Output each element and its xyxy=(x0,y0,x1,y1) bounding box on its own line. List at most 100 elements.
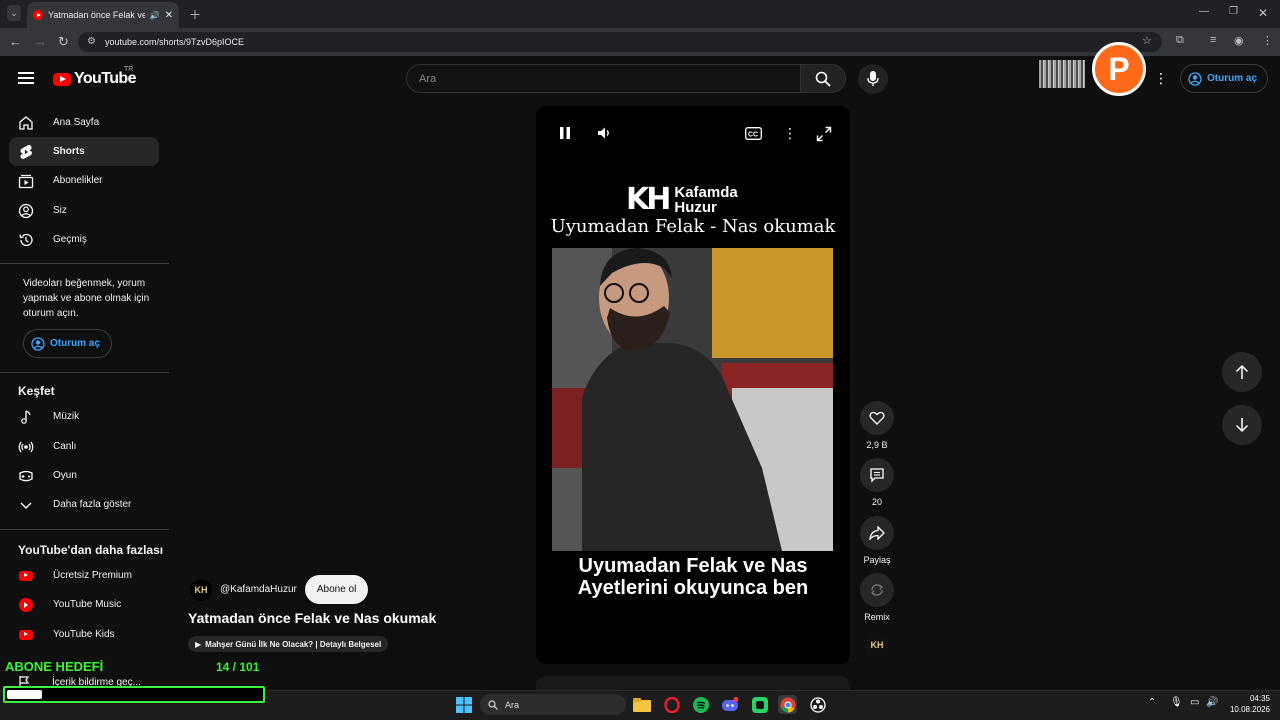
sidebar-item-live[interactable]: Canlı xyxy=(9,432,159,461)
chrome-icon[interactable] xyxy=(778,695,797,714)
browser-tab[interactable]: Yatmadan önce Felak ve Nas okumak - YouT… xyxy=(27,2,179,28)
minimize-button[interactable]: — xyxy=(1199,6,1209,17)
whatsapp-icon[interactable] xyxy=(750,695,769,714)
sidebar-item-home[interactable]: Ana Sayfa xyxy=(9,108,159,137)
youtube-premium-icon xyxy=(18,568,34,584)
sidebar-item-youtube-music[interactable]: YouTube Music xyxy=(9,590,159,619)
fullscreen-button[interactable] xyxy=(816,126,832,142)
sidebar-item-history[interactable]: Geçmiş xyxy=(9,225,159,254)
microphone-tray-icon[interactable]: 🎙 xyxy=(1170,697,1183,708)
history-icon xyxy=(18,232,34,248)
close-window-button[interactable]: ✕ xyxy=(1258,6,1268,20)
channel-avatar[interactable]: KH xyxy=(190,578,212,601)
chevron-down-icon xyxy=(18,497,34,513)
new-tab-button[interactable]: ＋ xyxy=(189,6,201,23)
media-control-icon[interactable]: ≡ xyxy=(1210,34,1216,46)
remix-button[interactable] xyxy=(860,573,894,607)
signin-button[interactable]: Oturum aç xyxy=(1180,64,1268,93)
account-icon xyxy=(18,203,34,219)
video-title[interactable]: Yatmadan önce Felak ve Nas okumak xyxy=(188,610,436,626)
signin-label: Oturum aç xyxy=(1207,73,1258,84)
sidebar-item-shorts[interactable]: Shorts xyxy=(9,137,159,166)
bookmark-star-icon[interactable]: ☆ xyxy=(1142,34,1152,47)
previous-short-button[interactable] xyxy=(1222,352,1262,392)
tab-search-button[interactable]: ⌄ xyxy=(7,5,21,21)
volume-tray-icon[interactable]: 🔊 xyxy=(1206,697,1218,708)
fullscreen-icon xyxy=(816,126,832,142)
search-input[interactable]: Ara xyxy=(406,64,801,93)
channel-handle[interactable]: @KafamdaHuzur xyxy=(220,584,297,595)
tab-title: Yatmadan önce Felak ve Nas okumak - YouT… xyxy=(48,10,145,20)
streamer-logo: P xyxy=(1092,42,1146,96)
clock-date: 10.08.2026 xyxy=(1229,705,1270,714)
close-tab-icon[interactable]: ✕ xyxy=(165,10,173,21)
sidebar-item-label: Abonelikler xyxy=(53,175,103,186)
volume-icon xyxy=(598,127,609,139)
pause-button[interactable] xyxy=(558,125,572,141)
settings-more-icon[interactable]: ⋮ xyxy=(1154,70,1168,87)
taskbar-clock[interactable]: 04:35 10.08.2026 xyxy=(1222,693,1270,715)
play-icon: ▶ xyxy=(195,639,202,649)
microphone-icon xyxy=(867,71,879,86)
home-icon xyxy=(18,115,34,131)
sidebar-item-premium[interactable]: Ücretsiz Premium xyxy=(9,561,159,590)
discord-icon[interactable] xyxy=(720,695,739,714)
profile-icon[interactable]: ◉ xyxy=(1234,34,1244,47)
arrow-down-icon xyxy=(1235,418,1249,433)
related-video-title: Mahşer Günü İlk Ne Olacak? | Detaylı Bel… xyxy=(205,639,382,649)
share-icon xyxy=(869,526,885,540)
sidebar-item-subscriptions[interactable]: Abonelikler xyxy=(9,166,159,195)
sound-avatar[interactable]: KH xyxy=(866,634,888,656)
sidebar-item-label: Ücretsiz Premium xyxy=(53,570,132,581)
sidebar-item-youtube-kids[interactable]: YouTube Kids xyxy=(9,620,159,649)
captions-button[interactable]: CC xyxy=(745,127,762,140)
sidebar-item-music[interactable]: Müzik xyxy=(9,402,159,431)
sidebar-item-label: Oyun xyxy=(53,470,77,481)
youtube-logo[interactable]: YouTube TR xyxy=(53,66,136,88)
like-count: 2,9 B xyxy=(866,440,888,450)
search-button[interactable] xyxy=(800,64,846,93)
next-short-button[interactable] xyxy=(1222,405,1262,445)
sidebar-item-you[interactable]: Siz xyxy=(9,196,159,225)
sidebar-item-gaming[interactable]: Oyun xyxy=(9,461,159,490)
menu-icon[interactable] xyxy=(18,71,34,85)
sidebar-divider xyxy=(0,263,169,264)
subscribe-button[interactable]: Abone ol xyxy=(304,575,369,604)
file-explorer-icon[interactable] xyxy=(632,695,651,714)
taskbar-search[interactable]: Ara xyxy=(480,694,626,715)
spotify-icon[interactable] xyxy=(691,695,710,714)
maximize-button[interactable]: ❐ xyxy=(1229,6,1238,17)
speaker-icon: 🔊 xyxy=(149,10,160,20)
next-short-preview[interactable] xyxy=(536,676,850,690)
share-button[interactable] xyxy=(860,516,894,550)
related-video-link[interactable]: ▶ Mahşer Günü İlk Ne Olacak? | Detaylı B… xyxy=(188,636,389,652)
tray-chevron-up-icon[interactable]: ⌃ xyxy=(1148,697,1156,708)
chrome-menu-icon[interactable]: ⋮ xyxy=(1262,34,1273,47)
obs-icon[interactable] xyxy=(808,695,827,714)
volume-button[interactable] xyxy=(597,126,613,140)
blurred-overlay-image xyxy=(1039,60,1085,88)
windows-start-icon[interactable] xyxy=(454,695,473,714)
shorts-icon xyxy=(18,144,34,160)
comments-button[interactable] xyxy=(860,458,894,492)
site-settings-icon[interactable]: ⚙ xyxy=(87,36,96,47)
caption-line-1: Uyumadan Felak ve Nas xyxy=(578,555,808,577)
extensions-icon[interactable]: ⧉ xyxy=(1176,34,1184,47)
like-button[interactable] xyxy=(860,401,894,435)
sidebar-item-label: Müzik xyxy=(53,411,80,422)
arrow-up-icon xyxy=(1235,364,1249,379)
comment-count: 20 xyxy=(871,497,882,507)
reload-icon[interactable]: ↻ xyxy=(58,34,69,50)
address-bar[interactable]: ⚙ youtube.com/shorts/9TzvD6pIOCE xyxy=(78,32,1162,52)
subscriber-goal-label: ABONE HEDEFİ xyxy=(5,659,104,674)
sidebar-signin-button[interactable]: Oturum aç xyxy=(23,329,112,358)
opera-icon[interactable] xyxy=(662,695,681,714)
sidebar-item-show-more[interactable]: Daha fazla göster xyxy=(9,490,159,519)
player-more-icon[interactable]: ⋮ xyxy=(783,125,797,142)
network-icon[interactable]: ▭ xyxy=(1190,697,1199,708)
url-text: youtube.com/shorts/9TzvD6pIOCE xyxy=(105,37,245,47)
sidebar-divider xyxy=(0,529,169,530)
forward-icon[interactable]: → xyxy=(34,34,47,49)
voice-search-button[interactable] xyxy=(858,64,888,94)
back-icon[interactable]: ← xyxy=(9,34,22,49)
